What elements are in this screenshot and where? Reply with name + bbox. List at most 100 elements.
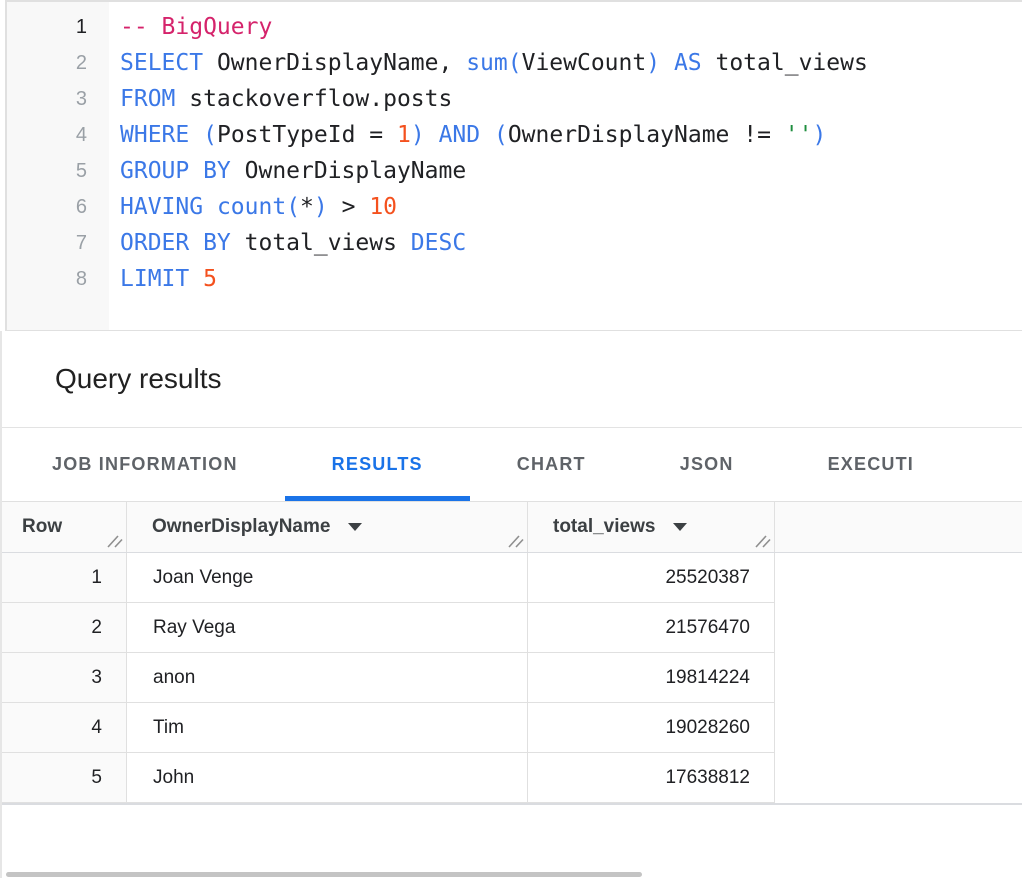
code-line[interactable]: -- BigQuery — [120, 9, 1022, 45]
code-token: 1 — [397, 122, 411, 148]
code-token: WHERE — [120, 122, 189, 148]
code-token: total_views — [231, 230, 411, 256]
tab-label: JSON — [680, 454, 734, 475]
table-header-row: Row OwnerDisplayName total_views — [2, 502, 1022, 553]
code-line[interactable]: HAVING count(*) > 10 — [120, 189, 1022, 225]
code-token: ViewCount — [522, 50, 647, 76]
column-header-ownerdisplayname[interactable]: OwnerDisplayName — [127, 502, 528, 552]
column-header-label: Row — [22, 516, 62, 538]
tab-executi[interactable]: EXECUTI — [781, 428, 961, 501]
tab-label: JOB INFORMATION — [52, 454, 238, 475]
table-row: 2Ray Vega21576470 — [2, 603, 1022, 653]
code-token: GROUP BY — [120, 158, 231, 184]
code-token — [189, 122, 203, 148]
code-token — [189, 266, 203, 292]
tab-job-information[interactable]: JOB INFORMATION — [5, 428, 285, 501]
tab-label: CHART — [517, 454, 586, 475]
row-filler — [775, 553, 1022, 603]
tab-json[interactable]: JSON — [633, 428, 781, 501]
code-line[interactable]: FROM stackoverflow.posts — [120, 81, 1022, 117]
code-token: AS — [674, 50, 702, 76]
owner-display-name-cell: anon — [127, 653, 528, 703]
code-line[interactable]: ORDER BY total_views DESC — [120, 225, 1022, 261]
tab-label: RESULTS — [332, 454, 423, 475]
code-token: > — [328, 194, 370, 220]
line-number: 8 — [7, 261, 109, 297]
table-row: 3anon19814224 — [2, 653, 1022, 703]
code-token: DESC — [411, 230, 466, 256]
bigquery-console: 12345678 -- BigQuerySELECT OwnerDisplayN… — [0, 0, 1022, 878]
owner-display-name-cell: Tim — [127, 703, 528, 753]
code-line[interactable]: WHERE (PostTypeId = 1) AND (OwnerDisplay… — [120, 117, 1022, 153]
query-results-header: Query results — [2, 331, 1022, 428]
line-number: 5 — [7, 153, 109, 189]
line-number: 3 — [7, 81, 109, 117]
tab-results[interactable]: RESULTS — [285, 428, 470, 501]
code-line[interactable]: GROUP BY OwnerDisplayName — [120, 153, 1022, 189]
code-token: AND — [439, 122, 481, 148]
code-token: 5 — [203, 266, 217, 292]
line-number: 4 — [7, 117, 109, 153]
column-header-filler — [775, 502, 1022, 552]
row-number-cell: 3 — [2, 653, 127, 703]
row-number-cell: 4 — [2, 703, 127, 753]
total-views-cell: 19028260 — [528, 703, 775, 753]
row-number-cell: 5 — [2, 753, 127, 803]
row-number-cell: 2 — [2, 603, 127, 653]
code-token: -- BigQuery — [120, 14, 272, 40]
column-resize-handle-icon[interactable] — [507, 534, 524, 548]
owner-display-name-cell: John — [127, 753, 528, 803]
total-views-cell: 25520387 — [528, 553, 775, 603]
column-resize-handle-icon[interactable] — [754, 534, 771, 548]
code-token — [480, 122, 494, 148]
code-token: '' — [785, 122, 813, 148]
total-views-cell: 17638812 — [528, 753, 775, 803]
sql-editor[interactable]: 12345678 -- BigQuerySELECT OwnerDisplayN… — [5, 0, 1022, 331]
tab-label: EXECUTI — [828, 454, 914, 475]
code-token: LIMIT — [120, 266, 189, 292]
column-dropdown-icon[interactable] — [348, 523, 362, 531]
code-token — [425, 122, 439, 148]
table-row: 5John17638812 — [2, 753, 1022, 803]
code-token: PostTypeId = — [217, 122, 397, 148]
line-number: 1 — [7, 9, 109, 45]
code-token: FROM — [120, 86, 175, 112]
results-tabbar: JOB INFORMATION RESULTS CHART JSON EXECUTI — [2, 428, 1022, 502]
column-header-row[interactable]: Row — [2, 502, 127, 552]
editor-code[interactable]: -- BigQuery SELECT OwnerDisplayName, sum(… — [109, 2, 1022, 330]
owner-display-name-cell: Ray Vega — [127, 603, 528, 653]
code-token: HAVING — [120, 194, 203, 220]
query-results-title: Query results — [55, 363, 222, 395]
line-number: 6 — [7, 189, 109, 225]
code-line[interactable]: LIMIT 5 — [120, 261, 1022, 297]
code-token: ) — [646, 50, 660, 76]
query-results-panel: Query results JOB INFORMATION RESULTS CHAR… — [0, 331, 1022, 878]
owner-display-name-cell: Joan Venge — [127, 553, 528, 603]
code-token: ORDER BY — [120, 230, 231, 256]
tab-chart[interactable]: CHART — [470, 428, 633, 501]
active-tab-underline — [285, 496, 470, 501]
code-token: ) — [812, 122, 826, 148]
line-number: 7 — [7, 225, 109, 261]
code-token: ( — [494, 122, 508, 148]
code-token — [660, 50, 674, 76]
code-token: ) — [411, 122, 425, 148]
line-number: 2 — [7, 45, 109, 81]
code-token: OwnerDisplayName != — [508, 122, 785, 148]
row-number-cell: 1 — [2, 553, 127, 603]
code-line[interactable]: SELECT OwnerDisplayName, sum(ViewCount) … — [120, 45, 1022, 81]
editor-gutter: 12345678 — [7, 2, 109, 330]
code-token — [203, 194, 217, 220]
code-token: ( — [203, 122, 217, 148]
column-resize-handle-icon[interactable] — [106, 534, 123, 548]
column-header-total-views[interactable]: total_views — [528, 502, 775, 552]
column-header-label: OwnerDisplayName — [152, 516, 330, 538]
total-views-cell: 21576470 — [528, 603, 775, 653]
row-filler — [775, 753, 1022, 803]
code-token: ) — [314, 194, 328, 220]
horizontal-scrollbar[interactable] — [6, 872, 642, 877]
code-token: stackoverflow.posts — [175, 86, 452, 112]
code-token: sum( — [466, 50, 521, 76]
column-dropdown-icon[interactable] — [673, 523, 687, 531]
table-body: 1Joan Venge255203872Ray Vega215764703ano… — [2, 553, 1022, 803]
